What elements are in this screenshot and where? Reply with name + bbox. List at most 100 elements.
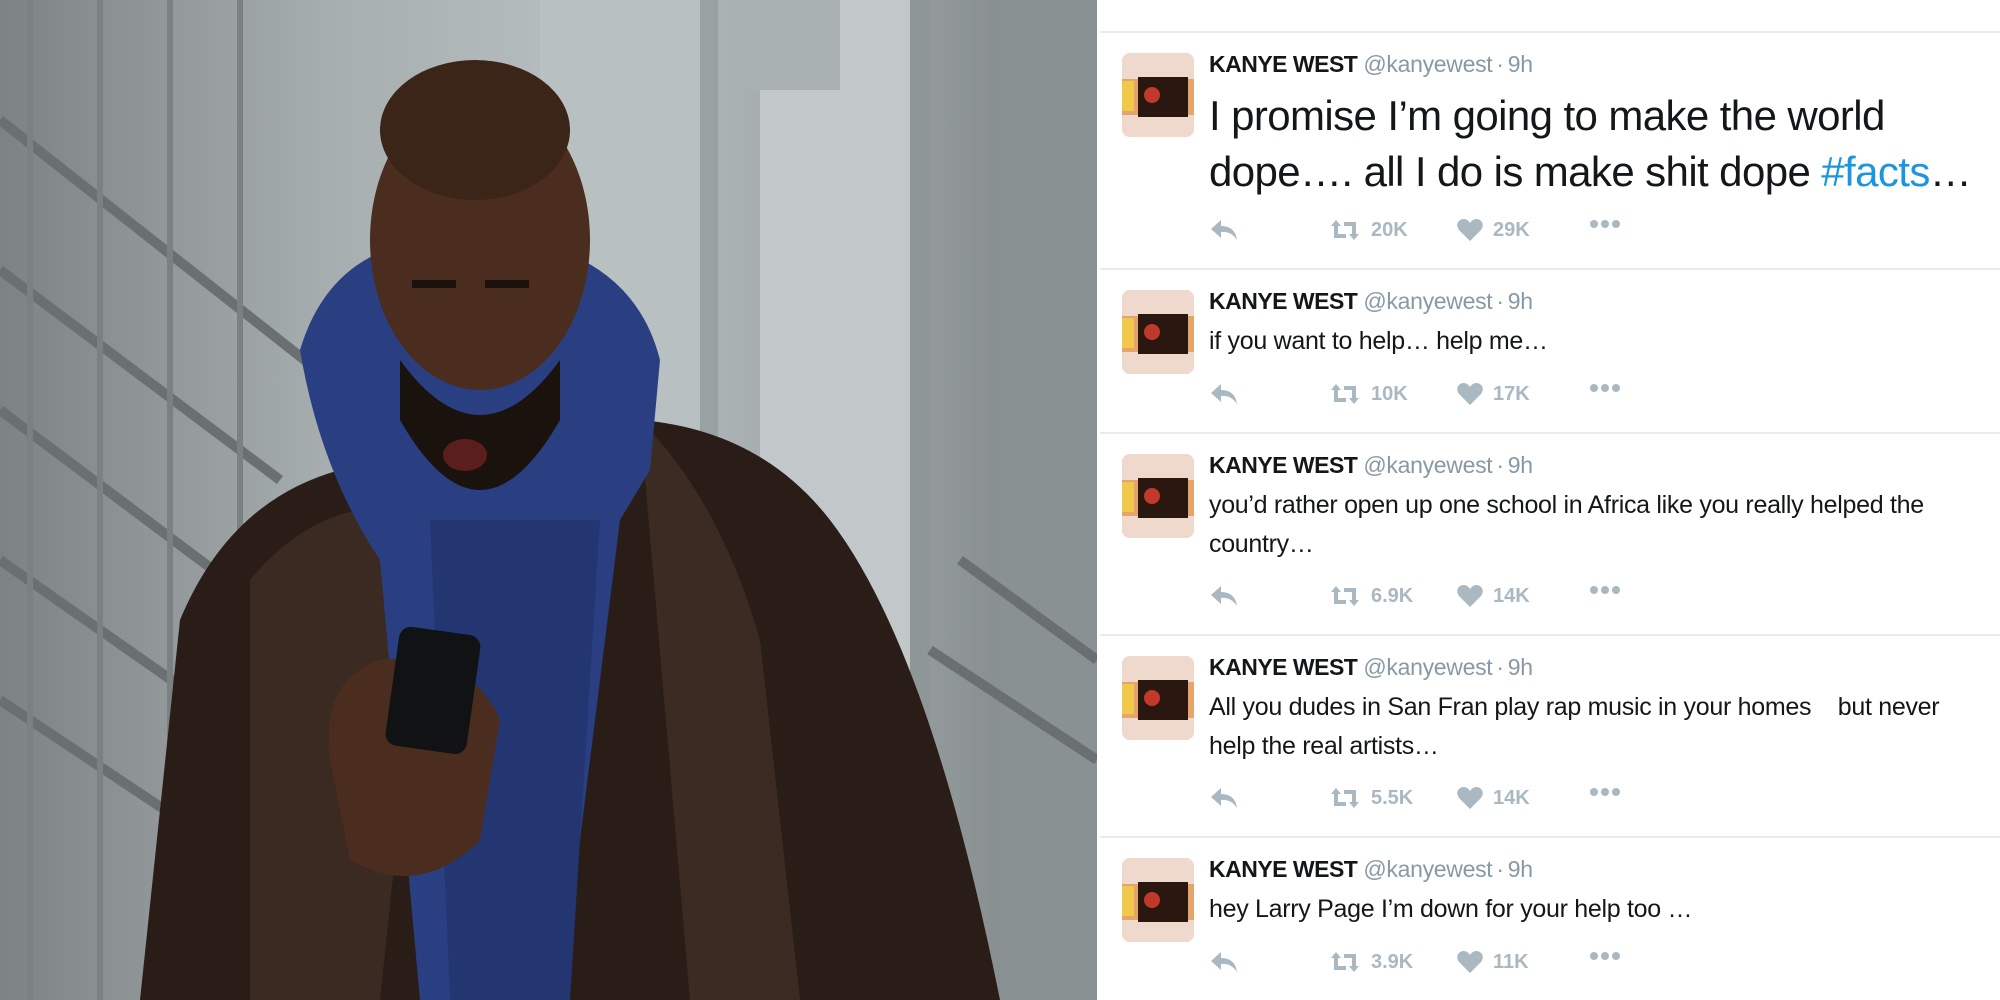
retweet-icon: [1331, 788, 1359, 808]
retweet-button[interactable]: 20K: [1329, 218, 1408, 242]
avatar[interactable]: [1122, 656, 1194, 740]
author-handle[interactable]: @kanyewest: [1363, 856, 1492, 882]
avatar[interactable]: [1122, 290, 1194, 374]
author-name[interactable]: KANYE WEST: [1209, 288, 1358, 314]
tweet-text: hey Larry Page I’m down for your help to…: [1209, 895, 1693, 923]
tweet-actions: 3.9K 11K: [1209, 950, 1629, 980]
timestamp[interactable]: 9h: [1508, 452, 1533, 478]
tweet[interactable]: KANYE WEST @kanyewest · 9h you’d rather ope…: [1100, 434, 2000, 636]
avatar[interactable]: [1122, 53, 1194, 137]
retweet-icon: [1331, 384, 1359, 404]
separator: ·: [1496, 654, 1504, 680]
reply-icon: [1211, 220, 1237, 240]
hashtag-link[interactable]: #facts: [1821, 148, 1930, 195]
more-dots-icon: [1590, 788, 1620, 796]
like-button[interactable]: 29K: [1457, 218, 1530, 242]
more-dots-icon: [1590, 220, 1620, 228]
reply-icon: [1211, 384, 1237, 404]
more-dots-icon: [1590, 586, 1620, 594]
separator: ·: [1496, 452, 1504, 478]
more-button[interactable]: [1589, 786, 1621, 798]
tweet-actions: 5.5K 14K: [1209, 786, 1629, 816]
tweet-text-body: I promise I’m going to make the world do…: [1209, 92, 1885, 195]
avatar[interactable]: [1122, 858, 1194, 942]
retweet-icon: [1331, 220, 1359, 240]
like-count: 17K: [1493, 382, 1530, 405]
reply-button[interactable]: [1209, 786, 1239, 810]
like-button[interactable]: 14K: [1457, 584, 1530, 608]
reply-icon: [1211, 952, 1237, 972]
retweet-icon: [1331, 952, 1359, 972]
retweet-count: 10K: [1371, 382, 1408, 405]
tweet-actions: 10K 17K: [1209, 382, 1629, 412]
retweet-button[interactable]: 3.9K: [1329, 950, 1413, 974]
tweet[interactable]: KANYE WEST @kanyewest · 9h if you want to h…: [1100, 270, 2000, 434]
like-count: 14K: [1493, 584, 1530, 607]
like-button[interactable]: 14K: [1457, 786, 1530, 810]
tweet-text: I promise I’m going to make the world do…: [1209, 88, 1989, 200]
reply-button[interactable]: [1209, 382, 1239, 406]
timestamp[interactable]: 9h: [1508, 856, 1533, 882]
heart-icon: [1457, 787, 1483, 809]
heart-icon: [1457, 219, 1483, 241]
tweet[interactable]: KANYE WEST @kanyewest · 9h hey Larry Page I…: [1100, 838, 2000, 1000]
more-dots-icon: [1590, 384, 1620, 392]
tweet-header: KANYE WEST @kanyewest · 9h: [1209, 288, 1533, 315]
author-handle[interactable]: @kanyewest: [1363, 654, 1492, 680]
heart-icon: [1457, 951, 1483, 973]
reply-button[interactable]: [1209, 950, 1239, 974]
more-button[interactable]: [1589, 382, 1621, 394]
retweet-count: 5.5K: [1371, 786, 1414, 809]
separator: ·: [1496, 288, 1504, 314]
tweet-header: KANYE WEST @kanyewest · 9h: [1209, 856, 1533, 883]
heart-icon: [1457, 585, 1483, 607]
tweet-feed: KANYE WEST @kanyewest · 9h I promise I’m go…: [1100, 0, 2000, 1000]
more-button[interactable]: [1589, 218, 1621, 230]
tweet-header: KANYE WEST @kanyewest · 9h: [1209, 452, 1533, 479]
tweet-text: you’d rather open up one school in Afric…: [1209, 491, 1924, 558]
retweet-icon: [1331, 586, 1359, 606]
kanye-photo: [0, 0, 1097, 1000]
like-button[interactable]: 11K: [1457, 950, 1529, 974]
author-name[interactable]: KANYE WEST: [1209, 452, 1358, 478]
tweet-actions: 20K 29K: [1209, 218, 1629, 248]
like-count: 29K: [1493, 218, 1530, 241]
tweet[interactable]: KANYE WEST @kanyewest · 9h All you dudes in…: [1100, 636, 2000, 838]
tweet-text-tail: …: [1929, 148, 1972, 195]
like-count: 11K: [1493, 950, 1529, 973]
more-button[interactable]: [1589, 584, 1621, 596]
author-handle[interactable]: @kanyewest: [1363, 452, 1492, 478]
retweet-count: 20K: [1371, 218, 1408, 241]
tweet-actions: 6.9K 14K: [1209, 584, 1629, 614]
reply-button[interactable]: [1209, 218, 1239, 242]
separator: ·: [1496, 856, 1504, 882]
reply-icon: [1211, 788, 1237, 808]
author-handle[interactable]: @kanyewest: [1363, 288, 1492, 314]
tweet[interactable]: KANYE WEST @kanyewest · 9h I promise I’m go…: [1100, 33, 2000, 270]
tweet-text: All you dudes in San Fran play rap music…: [1209, 693, 1946, 760]
photo-illustration: [0, 0, 1097, 1000]
like-button[interactable]: 17K: [1457, 382, 1530, 406]
author-name[interactable]: KANYE WEST: [1209, 51, 1358, 77]
tweet-text: if you want to help… help me…: [1209, 327, 1548, 355]
like-count: 14K: [1493, 786, 1530, 809]
more-dots-icon: [1590, 952, 1620, 960]
retweet-button[interactable]: 5.5K: [1329, 786, 1413, 810]
retweet-count: 6.9K: [1371, 584, 1414, 607]
reply-button[interactable]: [1209, 584, 1239, 608]
avatar[interactable]: [1122, 454, 1194, 538]
timestamp[interactable]: 9h: [1508, 51, 1533, 77]
author-handle[interactable]: @kanyewest: [1363, 51, 1492, 77]
more-button[interactable]: [1589, 950, 1621, 962]
tweet-header: KANYE WEST @kanyewest · 9h: [1209, 51, 1533, 78]
separator: ·: [1496, 51, 1504, 77]
author-name[interactable]: KANYE WEST: [1209, 856, 1358, 882]
retweet-button[interactable]: 10K: [1329, 382, 1408, 406]
timestamp[interactable]: 9h: [1508, 288, 1533, 314]
retweet-count: 3.9K: [1371, 950, 1414, 973]
author-name[interactable]: KANYE WEST: [1209, 654, 1358, 680]
timestamp[interactable]: 9h: [1508, 654, 1533, 680]
retweet-button[interactable]: 6.9K: [1329, 584, 1413, 608]
tweet-header: KANYE WEST @kanyewest · 9h: [1209, 654, 1533, 681]
reply-icon: [1211, 586, 1237, 606]
